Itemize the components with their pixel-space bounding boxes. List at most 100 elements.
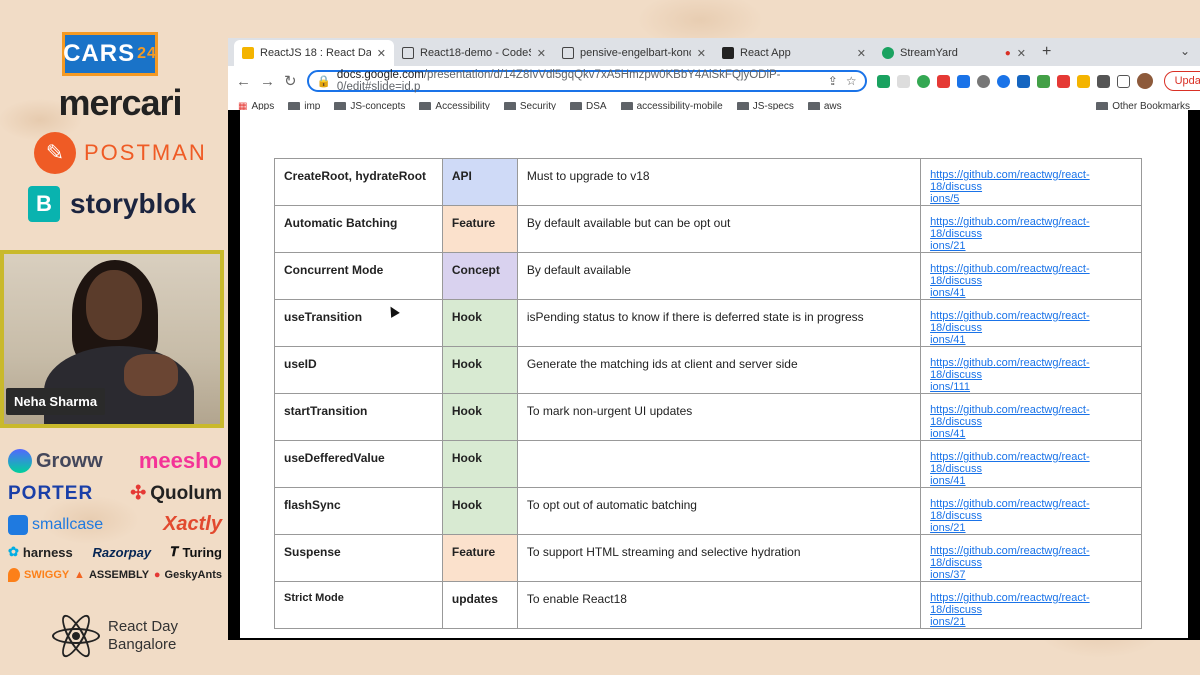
tab-label: StreamYard [900, 47, 958, 59]
discussion-link[interactable]: https://github.com/reactwg/react-18/disc… [930, 498, 1090, 522]
discussion-link[interactable]: https://github.com/reactwg/react-18/disc… [930, 310, 1090, 334]
feature-type: Hook [441, 299, 518, 347]
discussion-link[interactable]: ions/37 [930, 569, 965, 581]
meesho-logo: meesho [138, 448, 222, 473]
feature-description: To mark non-urgent UI updates [516, 393, 922, 441]
address-bar[interactable]: 🔒 docs.google.com/presentation/d/14Z8IvV… [306, 69, 867, 93]
extension-icon[interactable] [956, 74, 970, 88]
discussion-link[interactable]: https://github.com/reactwg/react-18/disc… [930, 451, 1090, 475]
close-icon[interactable]: ✕ [377, 47, 386, 60]
postman-icon: ✎ [34, 132, 76, 174]
discussion-link[interactable]: https://github.com/reactwg/react-18/disc… [930, 216, 1090, 240]
extension-icon[interactable] [1036, 74, 1050, 88]
postman-logo-text: POSTMAN [84, 140, 207, 165]
swiggy-logo: SWIGGY [8, 568, 69, 582]
sponsor-row: SWIGGY ▲ ASSEMBLY ● GeskyAnts [8, 568, 222, 582]
discussion-link[interactable]: ions/111 [930, 381, 970, 393]
feature-description: Generate the matching ids at client and … [516, 346, 922, 394]
tab-reactjs-18-slides[interactable]: ReactJS 18 : React Day Bangalore ✕ [234, 40, 394, 66]
discussion-link[interactable]: ions/41 [930, 287, 965, 299]
feature-type: Hook [441, 487, 518, 535]
table-row: Suspense Feature To support HTML streaming… [274, 534, 1142, 582]
extension-icon[interactable] [936, 74, 950, 88]
reload-icon[interactable]: ↻ [284, 72, 297, 90]
discussion-link[interactable]: ions/41 [930, 334, 965, 346]
share-icon[interactable]: ⇪ [828, 74, 838, 88]
presentation-slide: CreateRoot, hydrateRoot API Must to upgrad… [228, 110, 1200, 640]
feature-type: Feature [441, 205, 518, 253]
discussion-link[interactable]: https://github.com/reactwg/react-18/disc… [930, 592, 1090, 616]
discussion-link[interactable]: ions/21 [930, 240, 965, 252]
discussion-link[interactable]: ions/21 [930, 616, 965, 628]
back-icon[interactable]: ← [236, 73, 251, 90]
profile-avatar[interactable] [1136, 73, 1153, 89]
speaker-name-tag: Neha Sharma [6, 388, 106, 415]
extension-icon[interactable] [916, 74, 930, 88]
discussion-link-cell: https://github.com/reactwg/react-18/disc… [920, 252, 1142, 300]
table-row: flashSync Hook To opt out of automatic bat… [274, 487, 1142, 535]
extension-icon[interactable] [1076, 74, 1090, 88]
close-icon[interactable]: ✕ [857, 47, 866, 60]
extension-icon[interactable] [876, 74, 890, 88]
discussion-link[interactable]: https://github.com/reactwg/react-18/disc… [930, 169, 1090, 193]
smallcase-logo: smallcase [8, 514, 103, 535]
table-row: Strict Mode updates To enable React18 https… [274, 581, 1142, 629]
groww-logo: Groww [8, 449, 103, 473]
geskyants-logo-text: GeskyAnts [164, 569, 222, 581]
tab-pensive-engelbart[interactable]: pensive-engelbart-konqh9 - C ✕ [554, 40, 714, 66]
react-day-bangalore-text: React Day Bangalore [108, 618, 178, 654]
discussion-link-cell: https://github.com/reactwg/react-18/disc… [920, 534, 1142, 582]
discussion-link[interactable]: ions/5 [930, 193, 959, 205]
groww-logo-text: Groww [36, 449, 103, 472]
quolum-icon: ✣ [130, 483, 147, 504]
close-icon[interactable]: ✕ [537, 47, 546, 60]
close-icon[interactable]: ✕ [697, 47, 706, 60]
extension-icon[interactable] [1016, 74, 1030, 88]
discussion-link[interactable]: https://github.com/reactwg/react-18/disc… [930, 545, 1090, 569]
table-row: startTransition Hook To mark non-urgent UI… [274, 393, 1142, 441]
discussion-link-cell: https://github.com/reactwg/react-18/disc… [920, 346, 1142, 394]
feature-type: Feature [441, 534, 518, 582]
swiggy-icon [8, 568, 20, 582]
feature-name: useTransition [274, 299, 443, 347]
feature-name: Automatic Batching [274, 205, 443, 253]
recording-icon: ● [1004, 47, 1011, 59]
discussion-link[interactable]: ions/41 [930, 475, 965, 487]
forward-icon[interactable]: → [260, 73, 275, 90]
update-button[interactable]: Update [1163, 71, 1200, 91]
discussion-link-cell: https://github.com/reactwg/react-18/disc… [920, 393, 1142, 441]
react-app-icon [722, 47, 734, 59]
discussion-link[interactable]: https://github.com/reactwg/react-18/disc… [930, 404, 1090, 428]
bookmark-star-icon[interactable]: ☆ [846, 74, 857, 88]
extension-icon[interactable] [976, 74, 990, 88]
extension-icon[interactable] [1056, 74, 1070, 88]
quolum-logo-text: Quolum [150, 482, 222, 504]
tab-codesandbox[interactable]: React18-demo - CodeSandbox ✕ [394, 40, 554, 66]
discussion-link[interactable]: https://github.com/reactwg/react-18/disc… [930, 357, 1090, 381]
discussion-link[interactable]: ions/41 [930, 428, 965, 440]
storyblok-icon: B [28, 186, 60, 222]
geskyants-icon: ● [153, 569, 161, 581]
sponsor-row: ✿ harness Razorpay 𝑻 Turing [8, 544, 222, 560]
extensions-puzzle-icon[interactable] [1096, 74, 1110, 88]
lock-icon: 🔒 [316, 76, 331, 88]
tab-label: ReactJS 18 : React Day Bangalore [260, 47, 371, 59]
discussion-link[interactable]: ions/21 [930, 522, 965, 534]
postman-logo: ✎ POSTMAN [34, 132, 207, 174]
assembly-logo: ▲ ASSEMBLY [74, 569, 149, 581]
discussion-link[interactable]: https://github.com/reactwg/react-18/disc… [930, 263, 1090, 287]
feature-description [516, 440, 922, 488]
extension-icon[interactable] [896, 74, 910, 88]
new-tab-button[interactable]: + [1042, 43, 1051, 61]
extension-icon[interactable] [996, 74, 1010, 88]
smallcase-icon [8, 514, 28, 535]
react-atom-icon [52, 611, 100, 661]
sidebar-icon[interactable] [1116, 74, 1130, 88]
close-icon[interactable]: ✕ [1017, 47, 1026, 60]
tab-react-app[interactable]: React App ✕ [714, 40, 874, 66]
storyblok-logo-text: storyblok [70, 188, 197, 219]
tab-streamyard[interactable]: StreamYard ● ✕ [874, 40, 1034, 66]
tab-strip: ReactJS 18 : React Day Bangalore ✕ React… [228, 38, 1200, 66]
tab-search-icon[interactable]: ⌄ [1180, 44, 1190, 58]
porter-logo: PORTER [8, 482, 94, 504]
